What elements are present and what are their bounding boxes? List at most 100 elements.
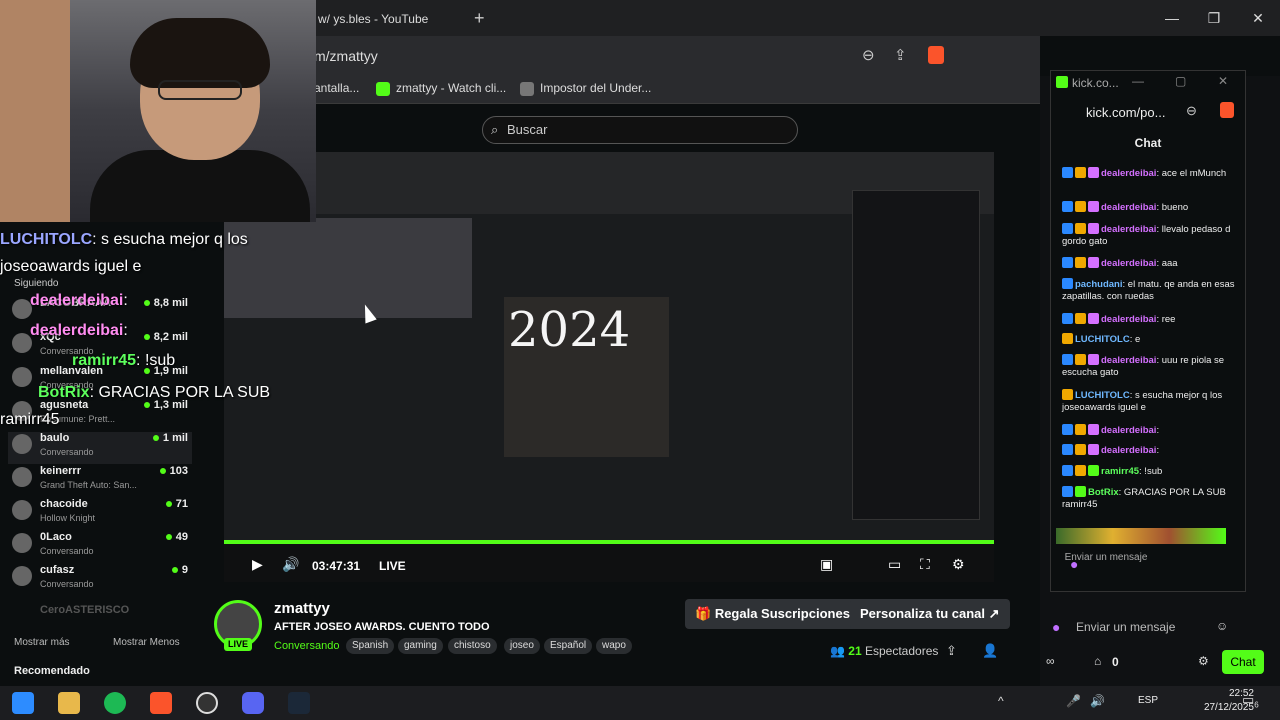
- avatar: [12, 299, 32, 319]
- show-less-button[interactable]: Mostrar Menos: [113, 637, 180, 648]
- sidebar-item[interactable]: chacoide Hollow Knight 71: [12, 498, 188, 530]
- steam-icon[interactable]: [288, 692, 310, 714]
- viewer-count: 1 mil: [152, 432, 188, 444]
- gift-subs-button[interactable]: 🎁 Regala Suscripciones: [685, 599, 860, 629]
- message-input[interactable]: Enviar un mensaje: [1076, 620, 1175, 634]
- search-input[interactable]: ⌕ Buscar: [482, 116, 798, 144]
- video-year-text: 2024: [508, 302, 631, 358]
- minimize-icon[interactable]: —: [1132, 74, 1144, 88]
- sidebar-item[interactable]: cufasz Conversando 9: [12, 564, 188, 596]
- close-icon[interactable]: ✕: [1246, 6, 1270, 30]
- share-icon[interactable]: ⇪: [894, 46, 907, 64]
- chat-message: dealerdeibai: bueno: [1062, 201, 1240, 214]
- volume-icon[interactable]: 🔊: [1090, 694, 1105, 708]
- mic-tray-icon[interactable]: 🎤: [1066, 694, 1081, 708]
- close-icon[interactable]: ✕: [1218, 74, 1228, 88]
- channel-name: 0Laco: [40, 531, 72, 543]
- viewer-count: 71: [165, 498, 188, 510]
- brave-shield-icon[interactable]: [1220, 102, 1234, 118]
- gear-icon[interactable]: ⚙: [1198, 654, 1209, 668]
- streamer-name[interactable]: zmattyy: [274, 600, 330, 617]
- points-count: 0: [1112, 655, 1119, 669]
- tag[interactable]: gaming: [398, 638, 443, 654]
- avatar: [12, 367, 32, 387]
- users-icon: 👥: [830, 644, 849, 658]
- new-tab-button[interactable]: +: [474, 8, 492, 28]
- discord-icon[interactable]: [242, 692, 264, 714]
- captured-webcam: [224, 218, 472, 318]
- channel-points-icon[interactable]: ∞: [1046, 654, 1055, 668]
- brave-shield-icon[interactable]: [928, 46, 944, 64]
- channel-name: chacoide: [40, 498, 88, 510]
- viewer-count: 8,8 mil: [143, 297, 188, 309]
- file-explorer-icon[interactable]: [58, 692, 80, 714]
- timecode: 03:47:31: [312, 559, 361, 573]
- store-icon[interactable]: ⌂: [1094, 654, 1101, 668]
- webcam-overlay: [0, 0, 316, 222]
- tag[interactable]: Español: [544, 638, 593, 654]
- emote-row[interactable]: [1056, 528, 1226, 544]
- sidebar-item[interactable]: 0Laco Conversando 49: [12, 531, 188, 563]
- brave-icon[interactable]: [150, 692, 172, 714]
- volume-icon[interactable]: 🔊: [282, 556, 299, 573]
- overlay-chat-line: LUCHITOLC: s esucha mejor q los: [0, 231, 248, 248]
- popup-message-input[interactable]: Enviar un mensaje: [1056, 552, 1156, 582]
- live-badge: LIVE: [224, 638, 252, 651]
- tag[interactable]: joseo: [504, 638, 540, 654]
- channel-category: Conversando: [40, 579, 94, 589]
- fullscreen-icon[interactable]: ⛶: [920, 556, 930, 573]
- avatar: [12, 434, 32, 454]
- emote-icon[interactable]: ☺: [1216, 619, 1228, 633]
- notification-icon[interactable]: ▭6: [1242, 692, 1259, 710]
- stream-player[interactable]: 2024 ▶ 🔊 03:47:31 LIVE ▣ ▭ ⛶ ⚙: [224, 152, 994, 582]
- stream-category[interactable]: Conversando: [274, 640, 339, 652]
- chat-message: ramirr45: !sub: [1062, 465, 1240, 478]
- zoom-icon[interactable]: ⊖: [862, 46, 875, 64]
- spotify-icon[interactable]: [104, 692, 126, 714]
- show-more-button[interactable]: Mostrar más: [14, 637, 70, 648]
- chevron-up-icon[interactable]: ^: [998, 694, 1004, 708]
- windows-start-icon[interactable]: [12, 692, 34, 714]
- user-icon[interactable]: 👤: [982, 643, 998, 659]
- popup-url[interactable]: kick.com/po...: [1086, 105, 1165, 120]
- play-icon[interactable]: ▶: [252, 556, 263, 573]
- pip-icon[interactable]: ▣: [820, 556, 833, 573]
- url-text[interactable]: m/zmattyy: [314, 48, 378, 64]
- stream-title: AFTER JOSEO AWARDS. CUENTO TODO: [274, 621, 490, 633]
- chat-message: LUCHITOLC: s esucha mejor q los joseoawa…: [1062, 389, 1223, 413]
- zoom-icon[interactable]: ⊖: [1186, 103, 1197, 119]
- taskbar: [0, 686, 1280, 720]
- bookmark-item-impostor[interactable]: Impostor del Under...: [520, 81, 651, 96]
- sidebar-item[interactable]: baulo Conversando 1 mil: [8, 432, 192, 464]
- chat-message: dealerdeibai: aaa: [1062, 257, 1240, 270]
- language-indicator[interactable]: ESP: [1138, 695, 1158, 706]
- mic-icon[interactable]: ●: [1052, 619, 1060, 635]
- theater-icon[interactable]: ▭: [888, 556, 901, 573]
- channel-category: Conversando: [40, 546, 94, 556]
- bookmark-item[interactable]: antalla...: [314, 81, 359, 95]
- sidebar-item[interactable]: CeroASTERISCO: [12, 604, 188, 636]
- webcam-person: [0, 0, 70, 222]
- bookmark-label: zmattyy - Watch cli...: [396, 81, 507, 95]
- settings-icon[interactable]: ⚙: [952, 556, 965, 573]
- bookmark-item-zmattyy[interactable]: zmattyy - Watch cli...: [376, 81, 506, 96]
- obs-icon[interactable]: [196, 692, 218, 714]
- tag[interactable]: chistoso: [448, 638, 497, 654]
- chat-message: dealerdeibai: ree: [1062, 313, 1240, 326]
- maximize-icon[interactable]: ❐: [1202, 6, 1226, 30]
- browser-tab[interactable]: w/ ys.bles - YouTube: [310, 4, 470, 34]
- chat-send-button[interactable]: Chat: [1222, 650, 1264, 674]
- customize-channel-button[interactable]: Personaliza tu canal ↗: [850, 599, 1010, 629]
- avatar: [12, 333, 32, 353]
- kick-icon: [376, 81, 390, 96]
- tag[interactable]: Spanish: [346, 638, 395, 654]
- overlay-chat-line: dealerdeibai:: [30, 292, 128, 309]
- maximize-icon[interactable]: ▢: [1175, 74, 1186, 88]
- captured-chat-window: [852, 190, 980, 520]
- minimize-icon[interactable]: —: [1160, 6, 1184, 30]
- tag[interactable]: wapo: [596, 638, 632, 654]
- following-label: Siguiendo: [14, 278, 59, 289]
- share-icon[interactable]: ⇪: [946, 643, 957, 659]
- bookmark-label: Impostor del Under...: [540, 81, 652, 95]
- sidebar-item[interactable]: keinerrr Grand Theft Auto: San... 103: [12, 465, 188, 497]
